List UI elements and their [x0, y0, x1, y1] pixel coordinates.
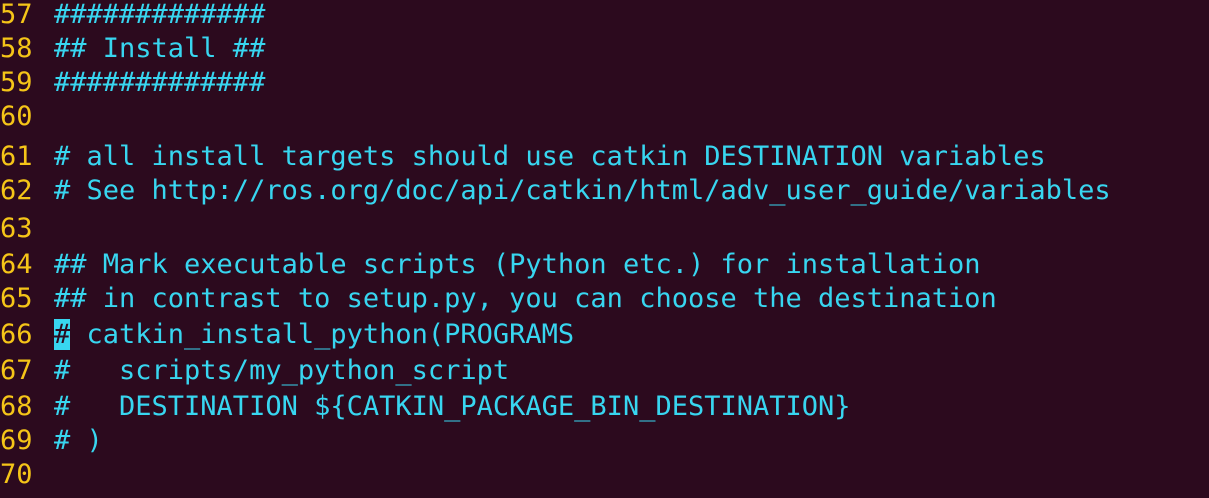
code-line: 60	[0, 100, 1209, 134]
line-number: 67	[0, 355, 33, 386]
code-line: 68 # DESTINATION ${CATKIN_PACKAGE_BIN_DES…	[0, 390, 1209, 424]
line-number: 68	[0, 391, 33, 422]
line-number: 58	[0, 33, 33, 64]
line-number: 70	[0, 459, 33, 490]
line-number: 65	[0, 283, 33, 314]
code-line: 64 ## Mark executable scripts (Python etc…	[0, 248, 1209, 282]
line-text: ## Install ##	[54, 33, 266, 64]
line-text: #############	[54, 0, 266, 30]
line-number: 66	[0, 319, 33, 350]
code-line: 62 # See http://ros.org/doc/api/catkin/ht…	[0, 174, 1209, 208]
terminal-editor[interactable]: 57 ############# 58 ## Install ## 59 ######…	[0, 0, 1209, 498]
line-text: ## in contrast to setup.py, you can choo…	[54, 283, 997, 314]
code-line: 59 #############	[0, 66, 1209, 100]
line-number: 61	[0, 141, 33, 172]
line-text: # scripts/my_python_script	[54, 355, 510, 386]
line-number: 59	[0, 67, 33, 98]
code-line: 58 ## Install ##	[0, 32, 1209, 66]
line-text: ## Mark executable scripts (Python etc.)…	[54, 249, 981, 280]
code-line: 70	[0, 458, 1209, 492]
code-line: 65 ## in contrast to setup.py, you can ch…	[0, 282, 1209, 316]
line-text: # all install targets should use catkin …	[54, 141, 1046, 172]
line-number: 69	[0, 425, 33, 456]
line-text: # )	[54, 425, 103, 456]
code-line: 61 # all install targets should use catki…	[0, 140, 1209, 174]
line-number: 57	[0, 0, 33, 30]
line-number: 60	[0, 101, 33, 132]
line-number: 63	[0, 213, 33, 244]
line-text: catkin_install_python(PROGRAMS	[70, 319, 575, 350]
code-line: 66 # catkin_install_python(PROGRAMS	[0, 318, 1209, 352]
line-text: #############	[54, 67, 266, 98]
line-number: 64	[0, 249, 33, 280]
text-cursor[interactable]: #	[54, 319, 71, 350]
code-line: 57 #############	[0, 0, 1209, 32]
code-line: 63	[0, 212, 1209, 246]
line-text: # See http://ros.org/doc/api/catkin/html…	[54, 175, 1111, 206]
code-line: 69 # )	[0, 424, 1209, 458]
line-text: # DESTINATION ${CATKIN_PACKAGE_BIN_DESTI…	[54, 391, 851, 422]
line-number: 62	[0, 175, 33, 206]
code-line: 67 # scripts/my_python_script	[0, 354, 1209, 388]
